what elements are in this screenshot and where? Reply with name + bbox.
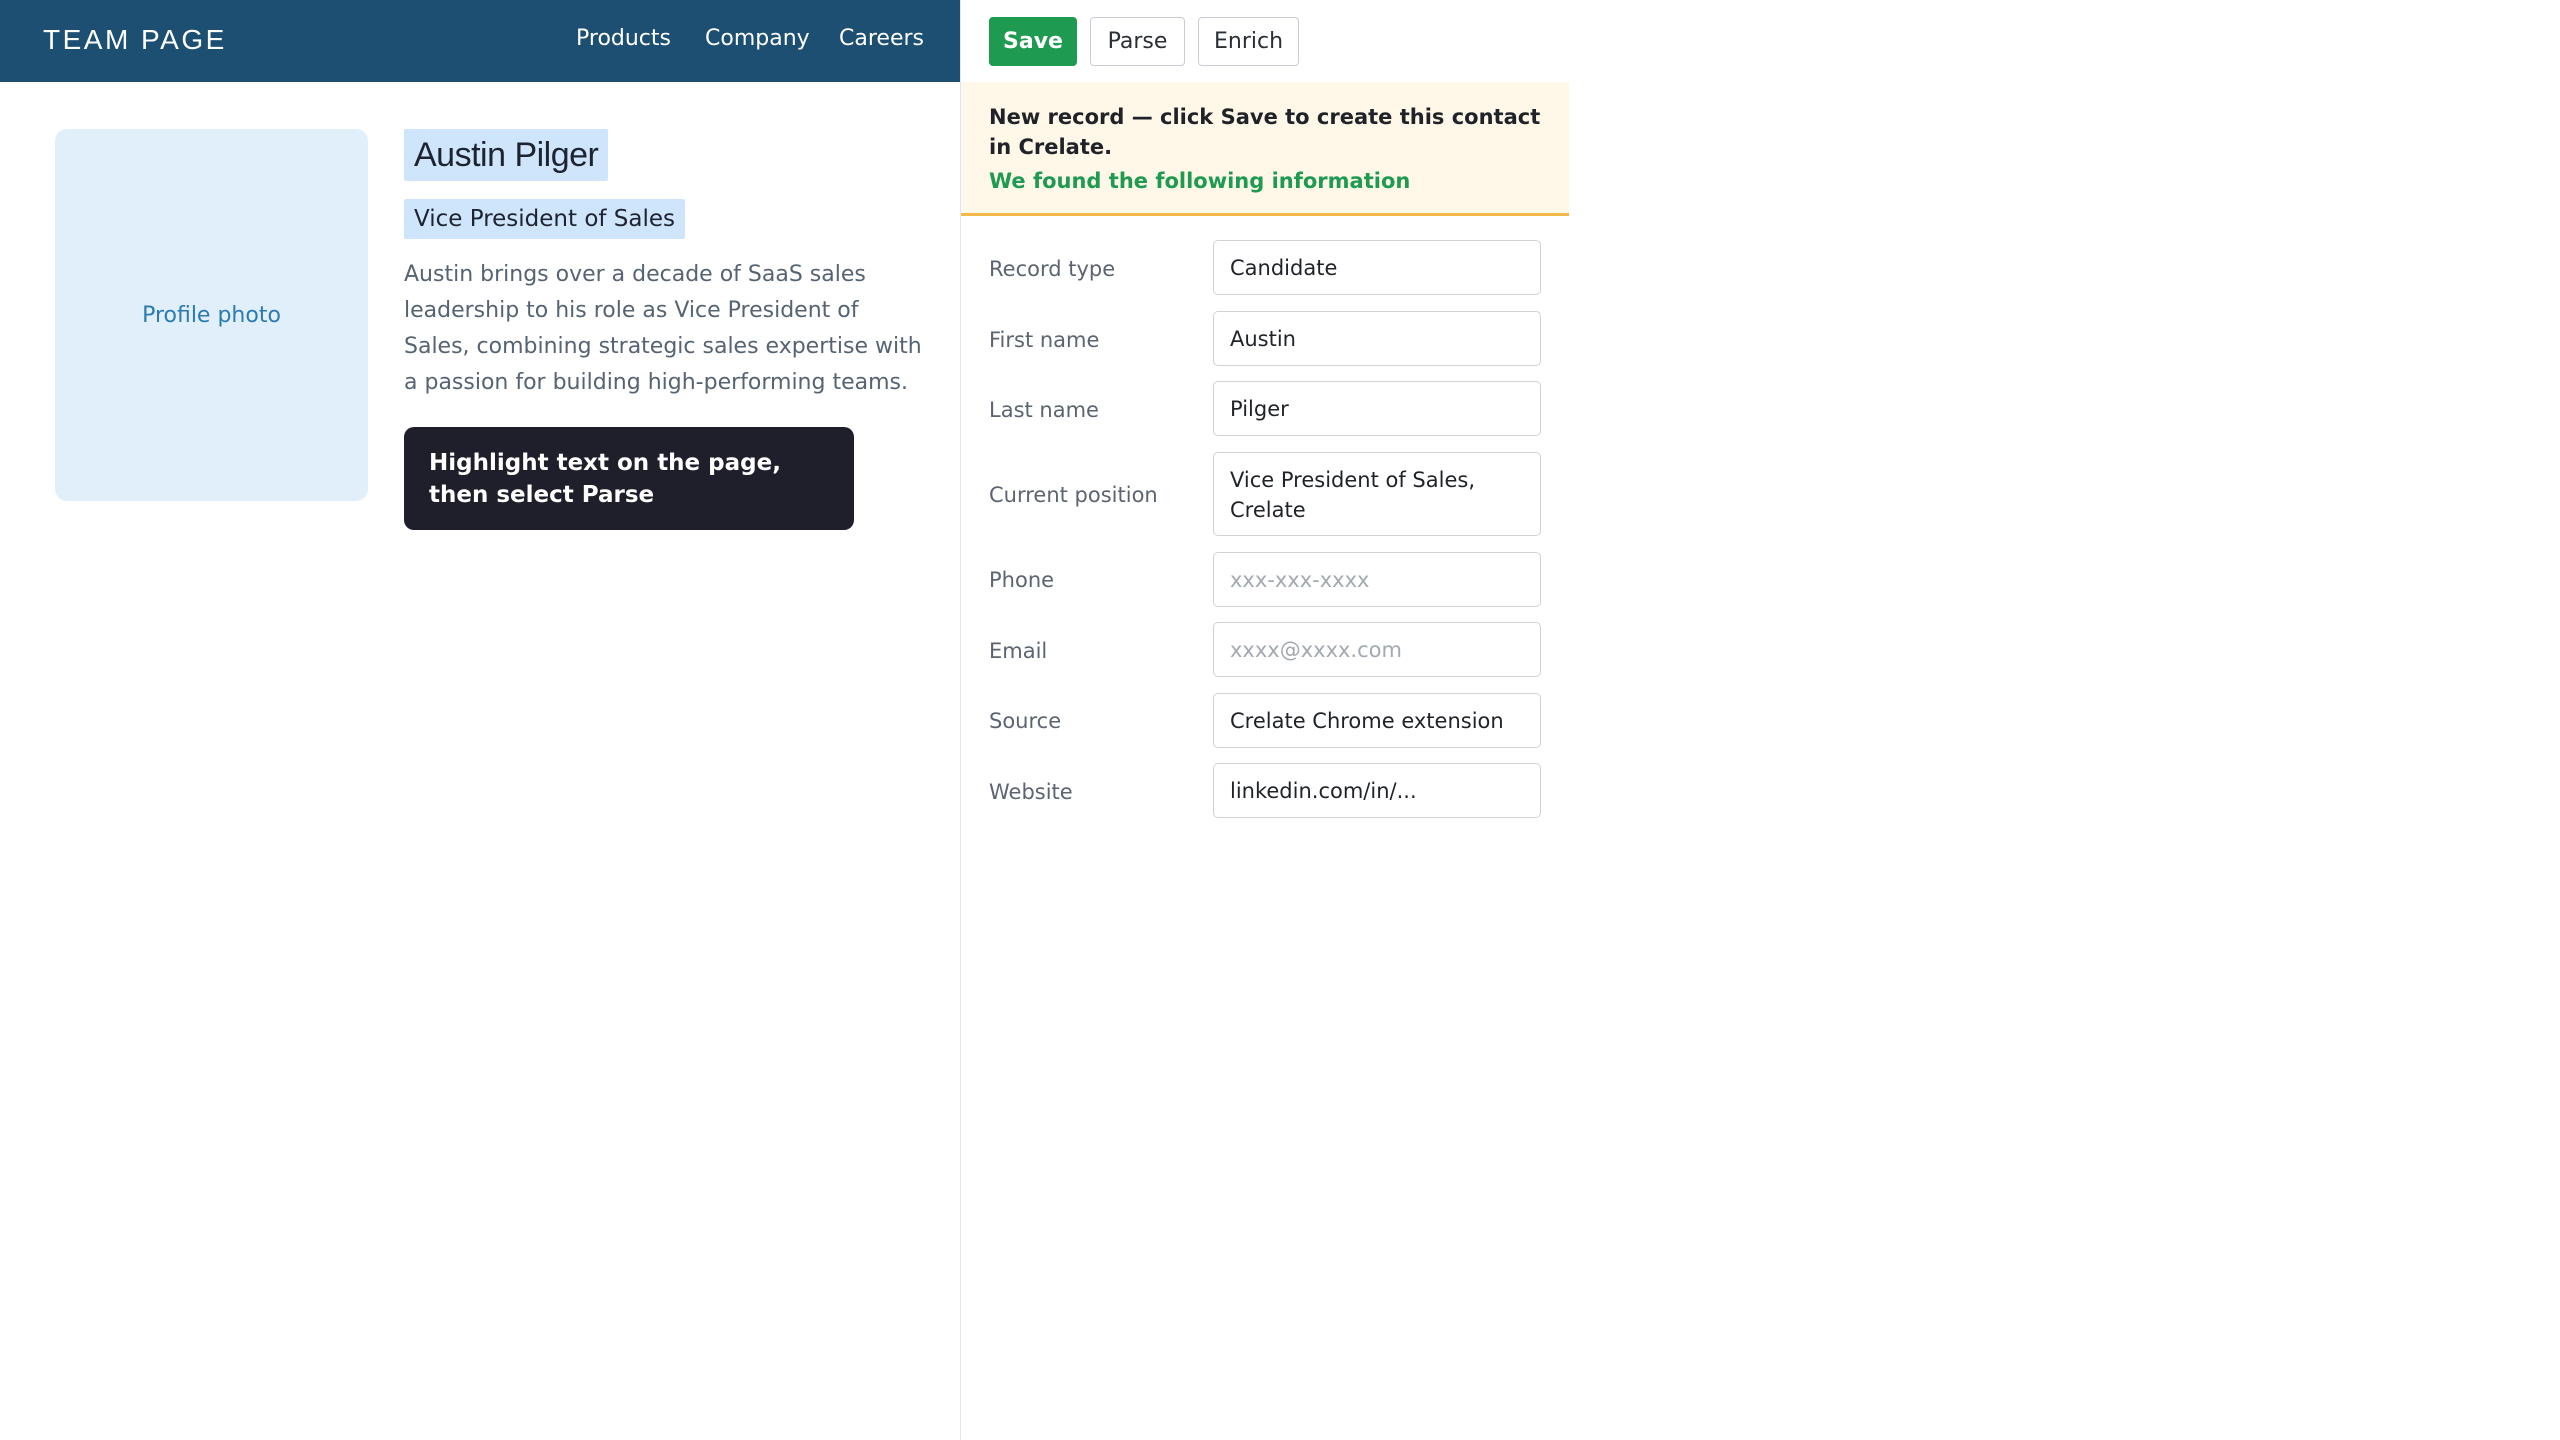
person-name-highlighted[interactable]: Austin Pilger — [404, 129, 609, 181]
nav-company-link[interactable]: Company — [705, 26, 810, 51]
found-info-message: We found the following information — [989, 169, 1411, 193]
email-label: Email — [989, 639, 1048, 663]
parse-hint-tooltip: Highlight text on the page, then select … — [404, 427, 854, 530]
last-name-field[interactable]: Pilger — [1213, 381, 1541, 436]
parse-button[interactable]: Parse — [1090, 17, 1185, 66]
profile-photo-label: Profile photo — [142, 302, 281, 328]
panel-toolbar: Save Parse Enrich — [961, 0, 1569, 82]
website-field[interactable]: linkedin.com/in/... — [1213, 763, 1541, 818]
save-button[interactable]: Save — [989, 17, 1077, 66]
enrich-button[interactable]: Enrich — [1198, 17, 1299, 66]
first-name-label: First name — [989, 328, 1100, 352]
current-position-field[interactable]: Vice President of Sales, Crelate — [1213, 452, 1541, 536]
current-position-label: Current position — [989, 483, 1158, 507]
new-record-notice: New record — click Save to create this c… — [961, 82, 1569, 216]
email-field[interactable]: xxxx@xxxx.com — [1213, 622, 1541, 677]
team-page-site: TEAM PAGE Products Company Careers Profi… — [0, 0, 960, 1440]
site-header: TEAM PAGE Products Company Careers — [0, 0, 960, 82]
record-type-label: Record type — [989, 257, 1116, 281]
phone-label: Phone — [989, 568, 1055, 592]
source-label: Source — [989, 709, 1062, 733]
nav-products-link[interactable]: Products — [576, 26, 671, 51]
last-name-label: Last name — [989, 398, 1099, 422]
person-bio[interactable]: Austin brings over a decade of SaaS sale… — [404, 257, 924, 401]
nav-careers-link[interactable]: Careers — [839, 26, 924, 51]
first-name-field[interactable]: Austin — [1213, 311, 1541, 366]
person-title-highlighted[interactable]: Vice President of Sales — [404, 199, 686, 239]
source-field[interactable]: Crelate Chrome extension — [1213, 693, 1541, 748]
profile-photo: Profile photo — [55, 129, 368, 501]
website-label: Website — [989, 780, 1073, 804]
extension-panel: Save Parse Enrich New record — click Sav… — [960, 0, 1569, 1440]
phone-field[interactable]: xxx-xxx-xxxx — [1213, 552, 1541, 607]
site-brand[interactable]: TEAM PAGE — [43, 24, 227, 56]
page: TEAM PAGE Products Company Careers Profi… — [0, 0, 1569, 1440]
new-record-message: New record — click Save to create this c… — [989, 105, 1541, 159]
record-type-field[interactable]: Candidate — [1213, 240, 1541, 295]
